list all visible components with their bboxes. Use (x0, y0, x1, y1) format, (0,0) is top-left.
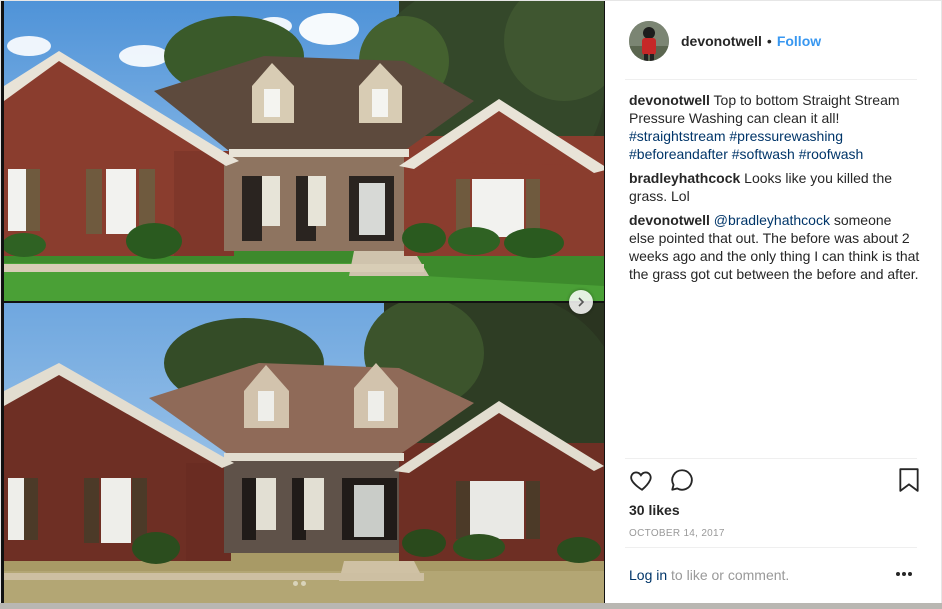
post-photo-before (4, 303, 604, 604)
hashtag-link[interactable]: #roofwash (799, 146, 864, 162)
more-options-button[interactable] (895, 565, 913, 583)
footer-divider (625, 547, 917, 548)
comment-username[interactable]: devonotwell (629, 212, 710, 228)
comment-icon (671, 469, 693, 491)
background-strip (0, 603, 942, 609)
post-author-username[interactable]: devonotwell (681, 33, 762, 49)
post-photo-after (4, 1, 604, 301)
carousel-dot (301, 581, 306, 586)
instagram-post: devonotwell • Follow devonotwell Top to … (0, 0, 942, 604)
login-link[interactable]: Log in (629, 567, 667, 583)
comment-item: devonotwell @bradleyhathcock someone els… (629, 211, 921, 283)
post-actions (629, 467, 921, 497)
comments-list: devonotwell Top to bottom Straight Strea… (629, 91, 921, 289)
login-prompt: Log in to like or comment. (629, 567, 789, 583)
hashtag-link[interactable]: #beforeandafter (629, 146, 728, 162)
likes-count[interactable]: 30 likes (629, 502, 680, 518)
mention-link[interactable]: @bradleyhathcock (714, 212, 830, 228)
comment-button[interactable] (669, 467, 695, 498)
save-button[interactable] (897, 467, 921, 498)
comment-item: bradleyhathcock Looks like you killed th… (629, 169, 921, 205)
post-header: devonotwell • Follow (605, 1, 941, 81)
hashtag-link[interactable]: #pressurewashing (729, 128, 843, 144)
bookmark-icon (899, 468, 919, 492)
avatar[interactable] (629, 21, 669, 61)
next-photo-button[interactable] (569, 290, 593, 314)
carousel-dot (293, 581, 298, 586)
hashtag-link[interactable]: #softwash (732, 146, 795, 162)
header-separator: • (766, 33, 772, 49)
post-sidebar: devonotwell • Follow devonotwell Top to … (605, 1, 941, 604)
actions-divider (625, 458, 917, 459)
like-button[interactable] (629, 467, 655, 498)
post-date[interactable]: OCTOBER 14, 2017 (629, 528, 725, 539)
login-prompt-text: to like or comment. (671, 567, 790, 583)
chevron-right-icon (578, 297, 585, 307)
heart-icon (630, 471, 652, 491)
hashtag-link[interactable]: #straightstream (629, 128, 725, 144)
more-options-icon (896, 572, 912, 576)
caption-comment: devonotwell Top to bottom Straight Strea… (629, 91, 921, 163)
comment-username[interactable]: devonotwell (629, 92, 710, 108)
header-divider (625, 79, 917, 80)
follow-button[interactable]: Follow (777, 33, 821, 49)
comment-username[interactable]: bradleyhathcock (629, 170, 740, 186)
post-media[interactable] (1, 1, 605, 604)
